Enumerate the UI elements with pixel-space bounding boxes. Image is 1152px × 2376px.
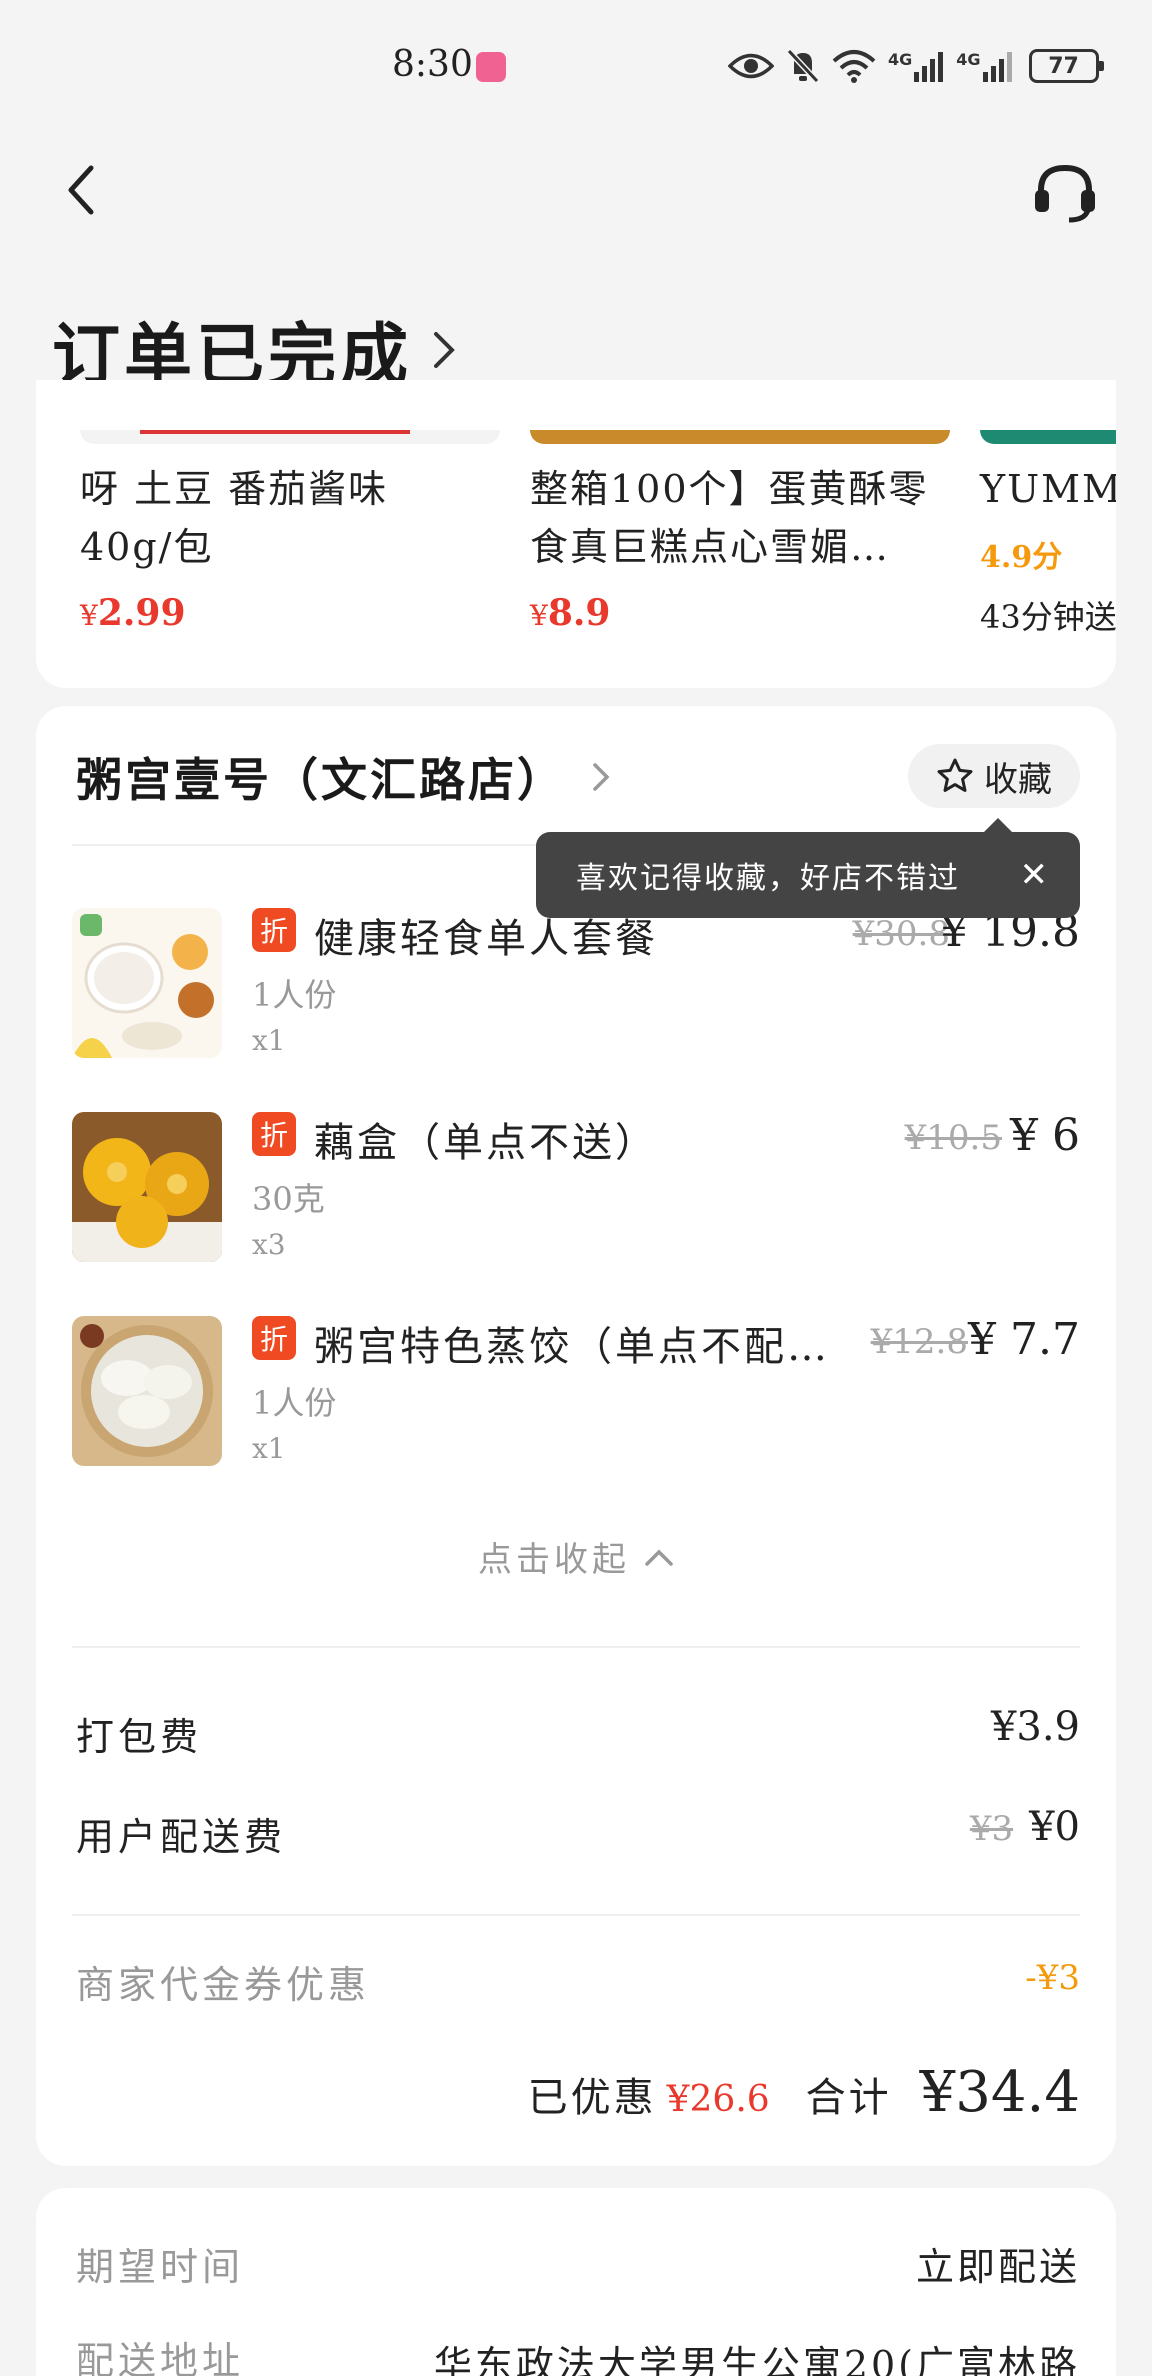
star-icon [937,758,973,792]
status-bar: 8:30 4G 4G 77 [0,0,1152,130]
total-label: 合计 [805,2075,892,2121]
store-rating: 4.9分 [980,540,1063,575]
divider [72,1646,1080,1648]
item-spec: 30克 [252,1180,325,1218]
chevron-up-icon [645,1549,673,1566]
collapse-button[interactable]: 点击收起 [0,1532,1152,1581]
item-quantity: x1 [252,1432,286,1465]
order-item[interactable]: 折 藕盒（单点不送） 30克 x3 ¥10.5 ¥ 6 [72,1110,1080,1272]
packing-fee-label: 打包费 [76,1715,203,1759]
app-notification-icon [476,52,506,82]
status-icons: 4G 4G 77 [728,44,1104,88]
delivery-fee-value-group: ¥3 ¥0 [970,1804,1080,1850]
signal-1-icon: 4G [888,50,944,82]
product-price: ¥2.99 [80,592,186,634]
order-item[interactable]: 折 健康轻食单人套餐 1人份 x1 ¥30.8 ¥ 19.8 [72,906,1080,1068]
packing-fee-value: ¥3.9 [990,1704,1080,1750]
item-price: ¥ 6 [1010,1110,1080,1161]
product-name-line2: 40g/包 [80,525,214,569]
product-image [80,430,500,444]
saved-label: 已优惠 [527,2075,657,2121]
item-original-price: ¥12.8 [870,1322,968,1362]
close-icon[interactable]: ✕ [1020,855,1051,895]
discount-tag: 折 [252,1316,296,1360]
store-name-link[interactable]: 粥宫壹号（文汇路店） [76,744,610,810]
mute-icon [786,48,820,84]
discount-tag: 折 [252,908,296,952]
eye-icon [728,53,774,79]
tooltip-text: 喜欢记得收藏，好店不错过 [576,861,960,896]
chevron-left-icon [68,165,94,215]
battery-icon: 77 [1028,49,1104,83]
expected-time-label: 期望时间 [76,2245,245,2289]
delivery-time: 43分钟送 [980,598,1116,636]
saved-value: ¥26.6 [666,2079,770,2120]
delivery-fee-label: 用户配送费 [76,1815,287,1859]
favorite-label: 收藏 [984,759,1052,800]
item-price: ¥ 7.7 [968,1314,1080,1365]
signal-2-icon: 4G [956,50,1012,82]
item-spec: 1人份 [252,976,337,1014]
collapse-label: 点击收起 [478,1540,630,1580]
headset-icon [1035,164,1095,223]
item-original-price: ¥30.8 [852,914,950,954]
item-quantity: x1 [252,1024,286,1057]
customer-service-button[interactable] [1030,158,1100,228]
chevron-right-icon [593,763,610,791]
favorite-tooltip: 喜欢记得收藏，好店不错过 ✕ [536,818,1080,918]
store-image [980,430,1116,444]
address-label: 配送地址 [76,2339,245,2376]
order-item[interactable]: 折 粥宫特色蒸饺（单点不配… 1人份 x1 ¥12.8 ¥ 7.7 [72,1314,1080,1476]
status-time: 8:30 [392,44,473,85]
wifi-icon [832,50,876,83]
coupon-label: 商家代金券优惠 [76,1963,371,2007]
item-spec: 1人份 [252,1384,337,1422]
product-image [530,430,950,444]
divider [72,1914,1080,1916]
product-name-line1: 呀 土豆 番茄酱味 [80,467,389,511]
address-value: 华东政法大学男生公寓20(广富林路 [433,2343,1080,2376]
item-original-price: ¥10.5 [904,1118,1002,1158]
item-image [72,1316,222,1466]
chevron-right-icon [434,331,455,368]
delivery-fee-value: ¥0 [1029,1804,1080,1850]
total-value: ¥34.4 [919,2060,1080,2125]
recommendation-strip[interactable]: 呀 土豆 番茄酱味 40g/包 ¥2.99 整箱100个】蛋黄酥零 食真巨糕点心… [36,430,1116,690]
favorite-button[interactable]: 收藏 [908,744,1080,808]
product-name-line2: 食真巨糕点心雪媚… [530,525,891,569]
item-quantity: x3 [252,1228,286,1261]
discount-tag: 折 [252,1112,296,1156]
expected-time-value: 立即配送 [915,2245,1080,2289]
item-name: 粥宫特色蒸饺（单点不配… [314,1324,830,1370]
item-image [72,1112,222,1262]
store-name: 粥宫壹号（文汇路店） [76,753,566,807]
product-name-line1: 整箱100个】蛋黄酥零 [530,467,929,511]
store-name: YUMMY韩 [980,467,1116,511]
item-image [72,908,222,1058]
coupon-value: -¥3 [1025,1958,1080,1998]
total-summary: 已优惠 ¥26.6 合计 ¥34.4 [528,2060,1080,2125]
item-name: 藕盒（单点不送） [314,1120,658,1166]
delivery-fee-original: ¥3 [969,1809,1014,1849]
back-button[interactable] [50,160,110,220]
product-price: ¥8.9 [530,592,611,634]
